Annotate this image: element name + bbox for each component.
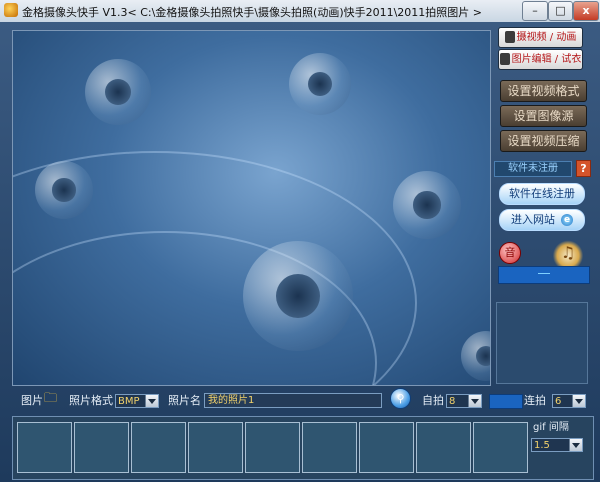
photo-edit-icon bbox=[499, 53, 510, 65]
help-icon[interactable]: ? bbox=[576, 160, 591, 177]
webcam-icon bbox=[461, 331, 490, 381]
window-title: 金格摄像头快手 V1.3< C:\金格摄像头拍照快手\摄像头拍照(动画)快手20… bbox=[22, 6, 483, 19]
set-video-compress-button[interactable]: 设置视频压缩 bbox=[500, 130, 587, 152]
picture-label: 图片 bbox=[21, 394, 43, 407]
capture-indicator bbox=[489, 394, 523, 409]
close-button[interactable]: x bbox=[573, 1, 599, 21]
thumbnail-slot[interactable] bbox=[17, 422, 72, 473]
burst-select[interactable]: 6 bbox=[552, 394, 586, 408]
folder-icon[interactable]: 🗀 bbox=[44, 391, 57, 407]
thumbnail-slot[interactable] bbox=[188, 422, 243, 473]
enter-website-label: 进入网站 bbox=[511, 213, 555, 226]
format-value: BMP bbox=[118, 396, 140, 407]
format-select[interactable]: BMP bbox=[115, 394, 159, 408]
gif-interval-label: gif 间隔 bbox=[533, 422, 569, 433]
webcam-icon bbox=[393, 171, 461, 239]
self-timer-value: 8 bbox=[449, 396, 456, 407]
chevron-down-icon[interactable] bbox=[468, 395, 481, 407]
maximize-button[interactable]: □ bbox=[548, 1, 573, 21]
app-logo-icon bbox=[4, 3, 18, 17]
capture-video-button[interactable]: 摄视频 / 动画 bbox=[498, 27, 583, 48]
thumbnail-slot[interactable] bbox=[131, 422, 186, 473]
thumbnail-slot[interactable] bbox=[302, 422, 357, 473]
gif-interval-value: 1.5 bbox=[534, 440, 550, 451]
webcam-icon bbox=[85, 59, 151, 125]
record-icon[interactable]: 音 bbox=[499, 242, 521, 264]
gif-interval-select[interactable]: 1.5 bbox=[531, 438, 583, 452]
thumbnail-slot[interactable] bbox=[359, 422, 414, 473]
photo-name-input[interactable]: 我的照片1 bbox=[204, 393, 382, 408]
minimize-button[interactable]: – bbox=[522, 1, 548, 21]
chevron-down-icon[interactable] bbox=[145, 395, 158, 407]
audio-status-bar bbox=[498, 266, 590, 284]
webcam-icon bbox=[35, 161, 93, 219]
camera-preview bbox=[12, 30, 491, 386]
name-label: 照片名 bbox=[168, 394, 201, 407]
thumbnail-slot[interactable] bbox=[473, 422, 528, 473]
set-video-format-button[interactable]: 设置视频格式 bbox=[500, 80, 587, 102]
set-image-source-button[interactable]: 设置图像源 bbox=[500, 105, 587, 127]
chevron-down-icon[interactable] bbox=[572, 395, 585, 407]
info-panel bbox=[496, 302, 588, 384]
thumbnail-slot[interactable] bbox=[416, 422, 471, 473]
self-timer-select[interactable]: 8 bbox=[446, 394, 482, 408]
thumbnail-slot[interactable] bbox=[245, 422, 300, 473]
edit-photo-button[interactable]: 图片编辑 / 试衣 bbox=[498, 49, 583, 70]
burst-value: 6 bbox=[555, 396, 562, 407]
video-camera-icon bbox=[504, 31, 515, 43]
search-icon[interactable]: ⚲ bbox=[390, 388, 411, 409]
burst-label: 连拍 bbox=[524, 394, 546, 407]
online-activate-button[interactable]: 软件在线注册 bbox=[499, 183, 585, 205]
chevron-down-icon[interactable] bbox=[569, 439, 582, 451]
enter-website-button[interactable]: 进入网站 e bbox=[499, 209, 585, 231]
thumbnail-strip: gif 间隔 1.5 bbox=[12, 416, 594, 480]
format-label: 照片格式 bbox=[69, 394, 113, 407]
capture-video-label: 摄视频 / 动画 bbox=[516, 32, 577, 43]
title-bar: 金格摄像头快手 V1.3< C:\金格摄像头拍照快手\摄像头拍照(动画)快手20… bbox=[0, 0, 600, 23]
status-dash bbox=[538, 273, 550, 274]
ie-icon: e bbox=[561, 214, 573, 226]
register-status: 软件未注册 bbox=[494, 161, 572, 177]
thumbnail-slot[interactable] bbox=[74, 422, 129, 473]
music-icon[interactable]: ♫ bbox=[553, 240, 583, 266]
edit-photo-label: 图片编辑 / 试衣 bbox=[511, 54, 582, 65]
webcam-icon bbox=[289, 53, 351, 115]
self-timer-label: 自拍 bbox=[422, 394, 444, 407]
webcam-icon bbox=[243, 241, 353, 351]
main-window: 摄视频 / 动画 图片编辑 / 试衣 设置视频格式 设置图像源 设置视频压缩 软… bbox=[0, 22, 600, 482]
